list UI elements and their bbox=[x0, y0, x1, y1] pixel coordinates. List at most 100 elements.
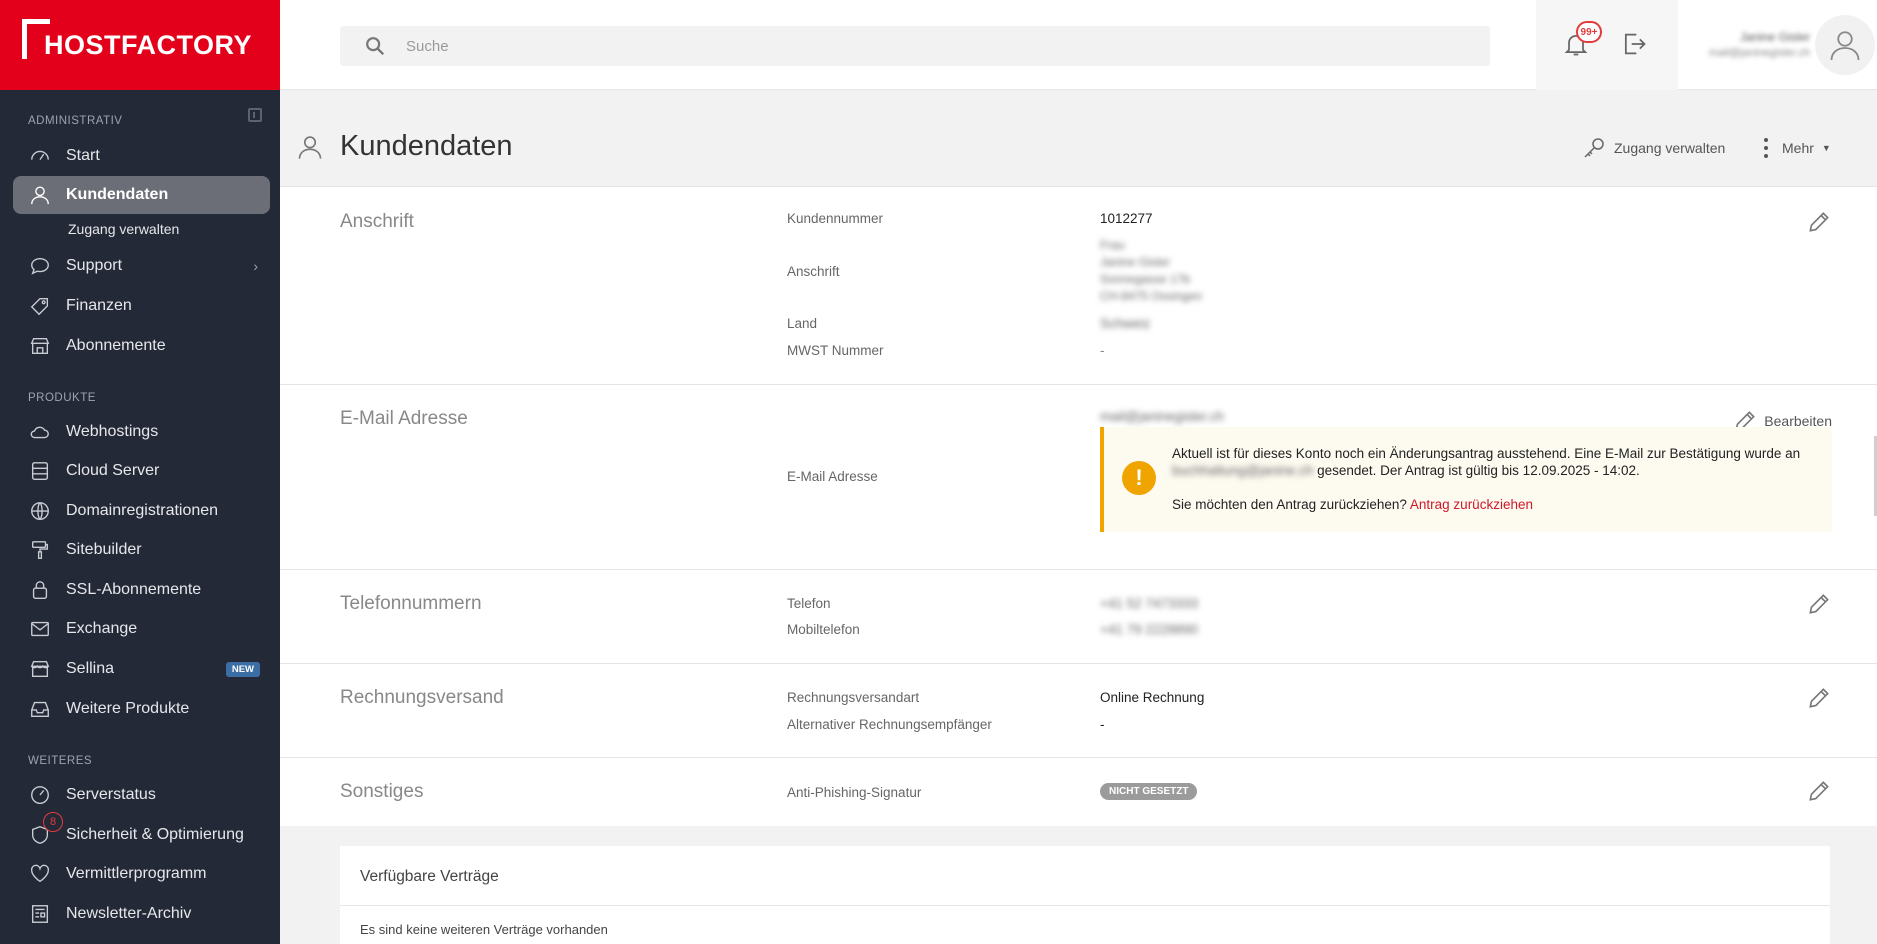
notice-question-row: Sie möchten den Antrag zurückziehen? Ant… bbox=[1172, 497, 1533, 512]
sidebar-item-label: Weitere Produkte bbox=[66, 700, 190, 717]
value-email: mail@janinegisler.ch bbox=[1100, 409, 1225, 424]
user-avatar-icon bbox=[1830, 31, 1860, 61]
more-vertical-icon bbox=[1764, 138, 1768, 158]
sidebar-item-vermittlerprogramm[interactable]: Vermittlerprogramm bbox=[13, 855, 270, 893]
sidebar-item-ssl-abonnemente[interactable]: SSL-Abonnemente bbox=[13, 571, 270, 609]
avatar[interactable] bbox=[1815, 15, 1875, 75]
sidebar-item-support[interactable]: Support › bbox=[13, 247, 270, 285]
value-land: Schweiz bbox=[1100, 316, 1151, 331]
notification-badge: 99+ bbox=[1576, 21, 1602, 43]
page-title: Kundendaten bbox=[340, 130, 513, 162]
paint-roller-icon bbox=[28, 538, 52, 562]
label-land: Land bbox=[787, 316, 818, 331]
contracts-empty-text: Es sind keine weiteren Verträge vorhande… bbox=[360, 922, 608, 937]
sidebar-item-label: Support bbox=[66, 257, 123, 274]
label-alternativer-empfaenger: Alternativer Rechnungsempfänger bbox=[787, 717, 992, 732]
edit-sonstiges-icon[interactable] bbox=[1806, 778, 1832, 804]
sidebar-item-abonnemente[interactable]: Abonnemente bbox=[13, 327, 270, 365]
cloud-icon bbox=[28, 420, 52, 444]
sidebar-item-label: Finanzen bbox=[66, 297, 132, 314]
store-icon bbox=[28, 334, 52, 358]
customer-data-panel: Anschrift Kundennummer 1012277 Anschrift… bbox=[280, 186, 1877, 826]
sidebar-item-domainregistrationen[interactable]: Domainregistrationen bbox=[13, 492, 270, 530]
value-anschrift-line-4: CH-8475 Ossingen bbox=[1100, 289, 1203, 303]
sidebar-item-finanzen[interactable]: Finanzen bbox=[13, 287, 270, 325]
label-email: E-Mail Adresse bbox=[787, 469, 878, 484]
antrag-zurueckziehen-link[interactable]: Antrag zurückziehen bbox=[1410, 497, 1533, 512]
shop-icon bbox=[28, 657, 52, 681]
contracts-area: Verfügbare Verträge Es sind keine weiter… bbox=[280, 826, 1877, 944]
value-mobiltelefon: +41 79 2228890 bbox=[1100, 622, 1198, 637]
sidebar-subitem-zugang-verwalten[interactable]: Zugang verwalten bbox=[68, 221, 179, 237]
zugang-verwalten-button[interactable]: Zugang verwalten bbox=[1582, 136, 1725, 160]
contracts-title: Verfügbare Verträge bbox=[360, 868, 499, 885]
section-email: E-Mail Adresse mail@janinegisler.ch E-Ma… bbox=[280, 384, 1877, 569]
sidebar-item-webhostings[interactable]: Webhostings bbox=[13, 413, 270, 451]
inbox-icon bbox=[28, 697, 52, 721]
topbar-actions bbox=[1536, 0, 1678, 90]
sidebar-item-label: Kundendaten bbox=[66, 186, 169, 203]
edit-anschrift-icon[interactable] bbox=[1806, 209, 1832, 235]
gauge-icon bbox=[28, 144, 52, 168]
security-count-badge: 8 bbox=[43, 812, 63, 832]
section-sonstiges: Sonstiges Anti-Phishing-Signatur NICHT G… bbox=[280, 757, 1877, 826]
sidebar-item-newsletter-archiv[interactable]: Newsletter-Archiv bbox=[13, 895, 270, 933]
label-kundennummer: Kundennummer bbox=[787, 211, 884, 226]
sidebar-collapse-icon[interactable] bbox=[248, 108, 262, 122]
section-rechnungsversand: Rechnungsversand Rechnungsversandart Onl… bbox=[280, 663, 1877, 757]
mail-icon bbox=[28, 617, 52, 641]
notice-pending-email: buchhaltung@janine.ch bbox=[1172, 463, 1314, 478]
sidebar-item-sellina[interactable]: Sellina NEW bbox=[13, 650, 270, 688]
logo-mark-icon bbox=[22, 19, 50, 59]
pending-change-notice: ! Aktuell ist für dieses Konto noch ein … bbox=[1100, 427, 1832, 532]
value-mwst: - bbox=[1100, 343, 1105, 358]
search-bar[interactable] bbox=[340, 26, 1490, 66]
notice-line-1: Aktuell ist für dieses Konto noch ein Än… bbox=[1172, 446, 1801, 461]
search-input[interactable] bbox=[406, 37, 1406, 55]
label-anschrift: Anschrift bbox=[787, 264, 840, 279]
user-name: Janine Gisler bbox=[1739, 30, 1810, 44]
sidebar-item-sicherheit-optimierung[interactable]: 8 Sicherheit & Optimierung bbox=[13, 812, 270, 854]
section-title: Anschrift bbox=[340, 211, 414, 232]
value-anschrift-line-1: Frau bbox=[1100, 238, 1125, 252]
status-badge: NICHT GESETZT bbox=[1100, 783, 1198, 800]
sidebar-item-label: Newsletter-Archiv bbox=[66, 905, 192, 922]
chevron-right-icon: › bbox=[253, 258, 258, 274]
sidebar-item-sitebuilder[interactable]: Sitebuilder bbox=[13, 531, 270, 569]
globe-icon bbox=[28, 499, 52, 523]
label-telefon: Telefon bbox=[787, 596, 831, 611]
section-title: Rechnungsversand bbox=[340, 687, 504, 708]
value-telefon: +41 52 7473333 bbox=[1100, 596, 1198, 611]
edit-telefon-icon[interactable] bbox=[1806, 591, 1832, 617]
new-badge: NEW bbox=[225, 661, 260, 677]
gauge-icon bbox=[28, 783, 52, 807]
sidebar-item-label: Sicherheit & Optimierung bbox=[66, 826, 244, 843]
notice-question: Sie möchten den Antrag zurückziehen? bbox=[1172, 497, 1410, 512]
value-rechnungsversandart: Online Rechnung bbox=[1100, 690, 1205, 705]
sidebar-item-weitere-produkte[interactable]: Weitere Produkte bbox=[13, 690, 270, 728]
sidebar-item-serverstatus[interactable]: Serverstatus bbox=[13, 776, 270, 814]
tag-icon bbox=[28, 294, 52, 318]
edit-rechnungsversand-icon[interactable] bbox=[1806, 685, 1832, 711]
sidebar-item-label: Abonnemente bbox=[66, 337, 166, 354]
sidebar-item-exchange[interactable]: Exchange bbox=[13, 610, 270, 648]
label-mwst: MWST Nummer bbox=[787, 343, 884, 358]
sidebar-item-kundendaten[interactable]: Kundendaten bbox=[13, 176, 270, 214]
value-anschrift-line-3: Sonnegasse 17b bbox=[1100, 272, 1191, 286]
chat-icon bbox=[28, 254, 52, 278]
notice-text: Aktuell ist für dieses Konto noch ein Än… bbox=[1172, 445, 1822, 479]
mehr-dropdown[interactable]: Mehr ▼ bbox=[1758, 136, 1831, 160]
section-title: Telefonnummern bbox=[340, 593, 482, 614]
user-icon bbox=[28, 183, 52, 207]
user-email: mail@janinegisler.ch bbox=[1708, 47, 1810, 59]
user-icon bbox=[298, 136, 322, 159]
sidebar-item-start[interactable]: Start bbox=[13, 137, 270, 175]
section-anschrift: Anschrift Kundennummer 1012277 Anschrift… bbox=[280, 186, 1877, 384]
sidebar-item-label: Vermittlerprogramm bbox=[66, 865, 207, 882]
value-alternativer-empfaenger: - bbox=[1100, 717, 1105, 732]
heart-icon bbox=[28, 862, 52, 886]
logout-icon[interactable] bbox=[1620, 30, 1648, 58]
logo[interactable]: HOSTFACTORY bbox=[0, 0, 280, 90]
sidebar-item-label: Exchange bbox=[66, 620, 138, 637]
sidebar-item-cloud-server[interactable]: Cloud Server bbox=[13, 452, 270, 490]
